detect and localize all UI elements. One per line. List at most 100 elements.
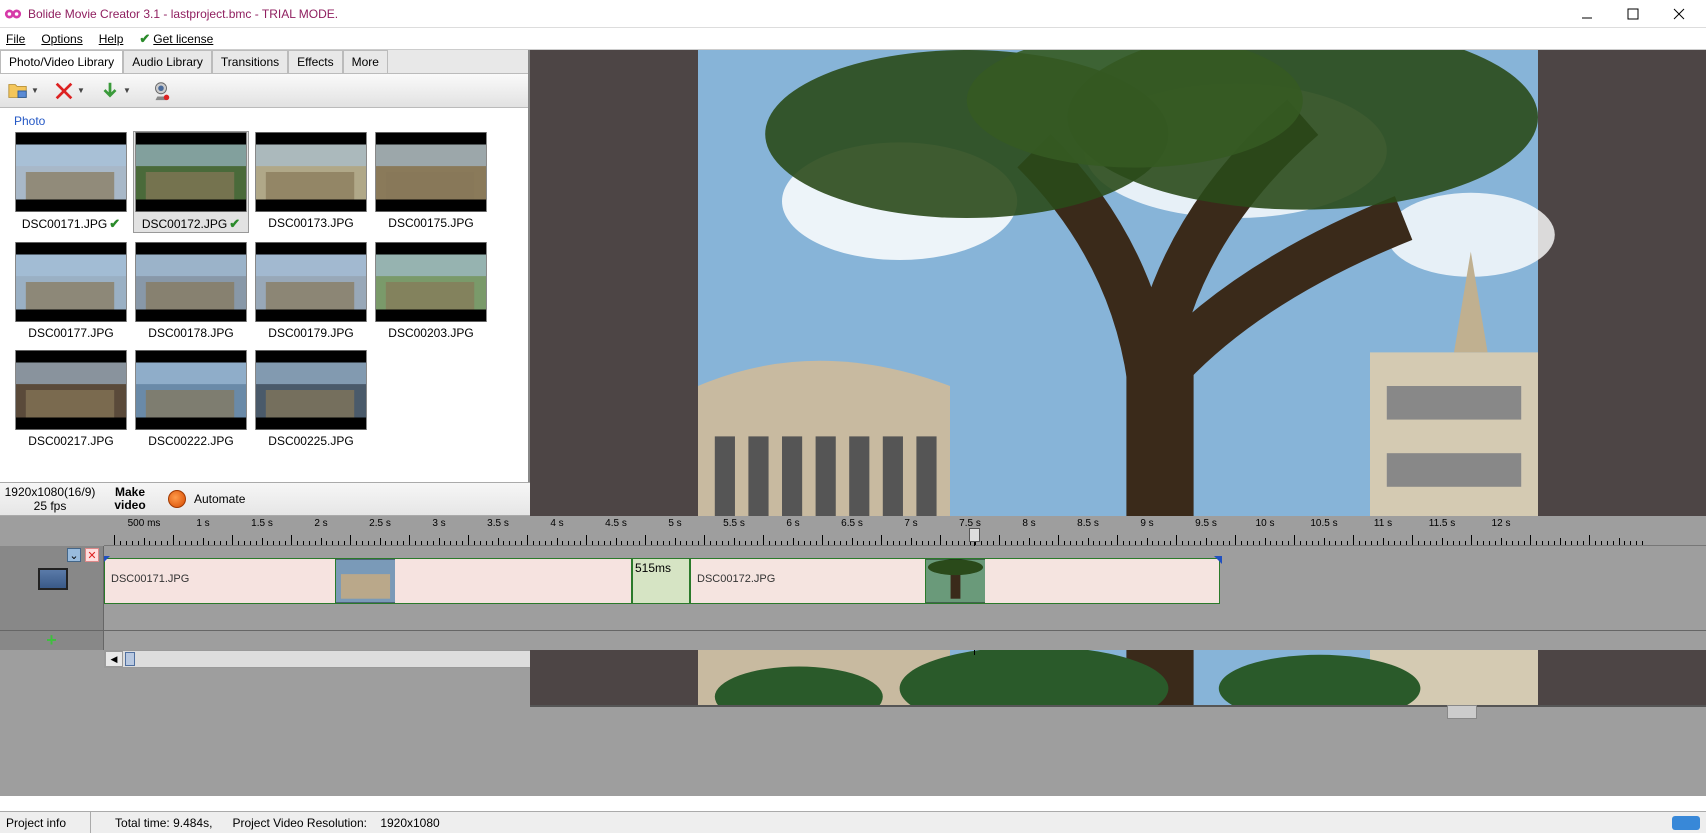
library-thumbnail[interactable]: DSC00203.JPG — [374, 242, 488, 340]
library-thumbnail[interactable]: DSC00171.JPG✔ — [14, 132, 128, 232]
tab-effects[interactable]: Effects — [288, 50, 342, 73]
library-thumbnail[interactable]: DSC00179.JPG — [254, 242, 368, 340]
track-delete-icon[interactable]: ✕ — [85, 548, 99, 562]
library-thumbnail[interactable]: DSC00175.JPG — [374, 132, 488, 232]
add-files-button[interactable]: ▼ — [6, 77, 40, 105]
library-body[interactable]: Photo DSC00171.JPG✔ DSC00172.JPG✔ DSC001… — [0, 108, 528, 482]
film-strip-icon — [38, 568, 68, 590]
ruler-tick-label: 2 s — [314, 518, 327, 529]
thumbnail-image — [255, 350, 367, 430]
menu-get-license[interactable]: ✔Get license — [139, 31, 213, 47]
library-pane: Photo/Video Library Audio Library Transi… — [0, 50, 530, 482]
library-toolbar: ▼ ▼ ▼ — [0, 74, 528, 108]
ruler-tick-label: 7 s — [904, 518, 917, 529]
tab-audio-library[interactable]: Audio Library — [123, 50, 212, 73]
ruler-tick-label: 5 s — [668, 518, 681, 529]
automate-button[interactable]: Automate — [194, 492, 304, 506]
section-label-photo: Photo — [14, 114, 514, 128]
chevron-down-icon: ▼ — [77, 86, 85, 95]
thumbnail-label: DSC00173.JPG — [268, 216, 353, 230]
library-tabs: Photo/Video Library Audio Library Transi… — [0, 50, 528, 74]
timeline-ruler[interactable]: 500 ms1 s1.5 s2 s2.5 s3 s3.5 s4 s4.5 s5 … — [104, 516, 1706, 546]
ruler-tick-label: 9 s — [1140, 518, 1153, 529]
webcam-button[interactable] — [144, 77, 178, 105]
timeline: 500 ms1 s1.5 s2 s2.5 s3 s3.5 s4 s4.5 s5 … — [0, 516, 1706, 796]
thumbnail-label: DSC00203.JPG — [388, 326, 473, 340]
ruler-tick-label: 8 s — [1022, 518, 1035, 529]
ruler-tick-label: 12 s — [1492, 518, 1511, 529]
project-resolution[interactable]: 1920x1080(16/9)25 fps — [0, 485, 100, 514]
checkmark-icon: ✔ — [139, 31, 150, 47]
library-thumbnail[interactable]: DSC00225.JPG — [254, 350, 368, 448]
preview-pane: 7.42 s / 9.48 s — [530, 50, 1706, 482]
timeline-clip-1[interactable]: DSC00171.JPG — [104, 558, 632, 604]
video-track-header[interactable]: ⌄✕ — [0, 546, 104, 630]
minimize-button[interactable] — [1564, 0, 1610, 28]
clip-thumbnail — [335, 559, 395, 603]
scroll-left-button[interactable]: ◀ — [105, 651, 123, 667]
status-total-time: Total time: 9.484s, — [115, 816, 212, 830]
thumbnail-image — [15, 350, 127, 430]
thumbnail-label: DSC00225.JPG — [268, 434, 353, 448]
thumbnail-image — [135, 242, 247, 322]
library-thumbnail[interactable]: DSC00222.JPG — [134, 350, 248, 448]
status-project-info[interactable]: Project info — [6, 816, 66, 830]
status-resolution: Project Video Resolution: 1920x1080 — [232, 816, 439, 830]
tab-transitions[interactable]: Transitions — [212, 50, 288, 73]
chevron-down-icon: ▼ — [31, 86, 39, 95]
maximize-button[interactable] — [1610, 0, 1656, 28]
record-icon — [168, 490, 186, 508]
preview-seek-bar[interactable] — [530, 705, 1706, 707]
seek-knob[interactable] — [1447, 705, 1477, 719]
window-title: Bolide Movie Creator 3.1 - lastproject.b… — [28, 7, 1564, 21]
library-thumbnail[interactable]: DSC00217.JPG — [14, 350, 128, 448]
title-bar: Bolide Movie Creator 3.1 - lastproject.b… — [0, 0, 1706, 28]
library-thumbnail[interactable]: DSC00172.JPG✔ — [134, 132, 248, 232]
scroll-thumb[interactable] — [125, 652, 135, 666]
video-track-body[interactable]: DSC00171.JPG 515ms DSC00172.JPG — [104, 546, 1706, 630]
timeline-transition[interactable]: 515ms — [632, 558, 690, 604]
used-checkmark-icon: ✔ — [109, 216, 120, 232]
thumbnail-image — [255, 132, 367, 212]
thumbnail-image — [375, 132, 487, 212]
thumbnail-image — [375, 242, 487, 322]
thumbnail-image — [135, 132, 247, 212]
timeline-scrollbar[interactable]: ◀ ▶ — [104, 650, 1706, 668]
remove-button[interactable]: ▼ — [52, 77, 86, 105]
playhead-handle[interactable] — [969, 528, 980, 542]
thumbnail-label: DSC00175.JPG — [388, 216, 473, 230]
ruler-tick-label: 1.5 s — [251, 518, 273, 529]
track-collapse-icon[interactable]: ⌄ — [67, 548, 81, 562]
download-button[interactable]: ▼ — [98, 77, 132, 105]
close-button[interactable] — [1656, 0, 1702, 28]
ruler-tick-label: 4.5 s — [605, 518, 627, 529]
clip-start-handle[interactable] — [104, 556, 110, 564]
intel-badge-icon — [1672, 816, 1700, 830]
ruler-tick-label: 6 s — [786, 518, 799, 529]
plus-icon: + — [46, 630, 57, 651]
ruler-tick-label: 8.5 s — [1077, 518, 1099, 529]
clip-end-handle[interactable] — [1214, 556, 1222, 564]
record-button[interactable] — [160, 490, 194, 508]
ruler-tick-label: 2.5 s — [369, 518, 391, 529]
menu-help[interactable]: Help — [99, 32, 124, 46]
menu-file[interactable]: File — [6, 32, 25, 46]
library-thumbnail[interactable]: DSC00178.JPG — [134, 242, 248, 340]
ruler-tick-label: 10.5 s — [1310, 518, 1337, 529]
thumbnail-label: DSC00179.JPG — [268, 326, 353, 340]
thumbnail-label: DSC00177.JPG — [28, 326, 113, 340]
used-checkmark-icon: ✔ — [229, 216, 240, 232]
tab-more[interactable]: More — [343, 50, 388, 73]
clip-thumbnail — [925, 559, 985, 603]
library-thumbnail[interactable]: DSC00177.JPG — [14, 242, 128, 340]
thumbnail-label: DSC00178.JPG — [148, 326, 233, 340]
tab-photo-video-library[interactable]: Photo/Video Library — [0, 50, 123, 73]
ruler-tick-label: 10 s — [1256, 518, 1275, 529]
library-thumbnail[interactable]: DSC00173.JPG — [254, 132, 368, 232]
ruler-tick-label: 4 s — [550, 518, 563, 529]
add-track-button[interactable]: + — [0, 630, 104, 650]
menu-options[interactable]: Options — [41, 32, 82, 46]
timeline-clip-2[interactable]: DSC00172.JPG — [690, 558, 1220, 604]
make-video-button[interactable]: Make video — [100, 486, 160, 512]
status-bar: Project info Total time: 9.484s, Project… — [0, 811, 1706, 833]
